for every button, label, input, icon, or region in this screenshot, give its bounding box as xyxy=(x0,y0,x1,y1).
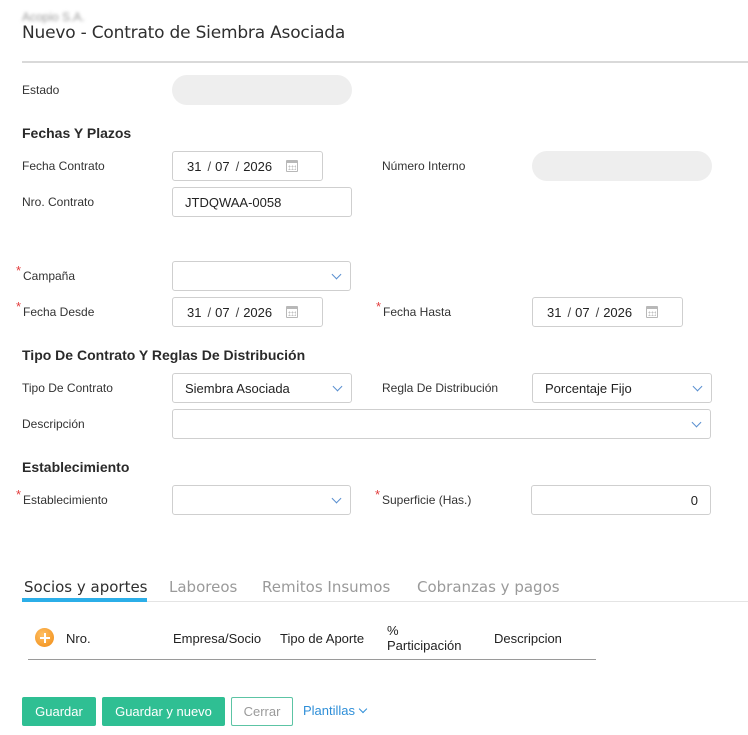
plantillas-label: Plantillas xyxy=(303,703,356,718)
fecha-hasta-input[interactable]: 31 / 07 / 2026 xyxy=(532,297,683,327)
day-part[interactable]: 31 xyxy=(187,305,201,320)
page-title: Nuevo - Contrato de Siembra Asociada xyxy=(22,23,346,43)
required-asterisk: * xyxy=(16,487,22,502)
section-establecimiento: Establecimiento xyxy=(22,459,130,475)
superficie-input[interactable]: 0 xyxy=(531,485,711,515)
day-part[interactable]: 31 xyxy=(187,159,201,174)
day-part[interactable]: 31 xyxy=(547,305,561,320)
establecimiento-label: * Establecimiento xyxy=(16,487,108,507)
chevron-down-icon[interactable] xyxy=(331,493,342,504)
chevron-down-icon[interactable] xyxy=(358,704,368,714)
column-header-tipo-de-aporte: Tipo de Aporte xyxy=(280,631,365,646)
establecimiento-select[interactable] xyxy=(172,485,351,515)
tab-cobranzas-y-pagos[interactable]: Cobranzas y pagos xyxy=(417,578,560,596)
campana-label: * Campaña xyxy=(16,263,76,283)
calendar-icon[interactable] xyxy=(286,306,299,318)
year-part[interactable]: 2026 xyxy=(243,159,272,174)
date-separator: / xyxy=(235,158,240,174)
descripcion-select[interactable] xyxy=(172,409,711,439)
fecha-contrato-label: Fecha Contrato xyxy=(22,159,105,173)
cerrar-button[interactable]: Cerrar xyxy=(231,697,293,726)
tipo-contrato-label: Tipo De Contrato xyxy=(22,381,113,395)
section-tipo-de-contrato: Tipo De Contrato Y Reglas De Distribució… xyxy=(22,347,306,363)
nro-contrato-input[interactable]: JTDQWAA-0058 xyxy=(172,187,352,217)
fecha-hasta-label: * Fecha Hasta xyxy=(376,299,452,319)
campana-select[interactable] xyxy=(172,261,351,291)
company-name: Acopio S.A. xyxy=(22,10,85,24)
tipo-contrato-select[interactable]: Siembra Asociada xyxy=(172,373,352,403)
date-separator: / xyxy=(207,158,212,174)
date-separator: / xyxy=(595,304,600,320)
tab-laboreos[interactable]: Laboreos xyxy=(169,578,237,596)
required-asterisk: * xyxy=(376,299,382,314)
descripcion-label: Descripción xyxy=(22,417,85,431)
guardar-y-nuevo-button[interactable]: Guardar y nuevo xyxy=(102,697,225,726)
estado-field xyxy=(172,75,352,105)
plantillas-dropdown[interactable]: Plantillas xyxy=(303,703,368,718)
chevron-down-icon[interactable] xyxy=(332,381,343,392)
estado-label: Estado xyxy=(22,83,60,97)
add-row-icon[interactable] xyxy=(35,628,54,647)
guardar-button[interactable]: Guardar xyxy=(22,697,96,726)
month-part[interactable]: 07 xyxy=(215,305,229,320)
month-part[interactable]: 07 xyxy=(215,159,229,174)
chevron-down-icon[interactable] xyxy=(691,417,702,428)
calendar-icon[interactable] xyxy=(646,306,659,318)
fecha-contrato-input[interactable]: 31 / 07 / 2026 xyxy=(172,151,323,181)
numero-interno-label: Número Interno xyxy=(382,159,466,173)
fecha-desde-label: * Fecha Desde xyxy=(16,299,95,319)
fecha-desde-input[interactable]: 31 / 07 / 2026 xyxy=(172,297,323,327)
tab-socios-y-aportes[interactable]: Socios y aportes xyxy=(24,578,148,596)
chevron-down-icon[interactable] xyxy=(692,381,703,392)
regla-distribucion-value: Porcentaje Fijo xyxy=(545,380,632,396)
calendar-icon[interactable] xyxy=(286,160,299,172)
tipo-contrato-value: Siembra Asociada xyxy=(185,380,290,396)
year-part[interactable]: 2026 xyxy=(243,305,272,320)
superficie-label: * Superficie (Has.) xyxy=(375,487,472,507)
year-part[interactable]: 2026 xyxy=(603,305,632,320)
chevron-down-icon[interactable] xyxy=(331,269,342,280)
section-fechas-y-plazos: Fechas Y Plazos xyxy=(22,125,132,141)
tab-remitos-insumos[interactable]: Remitos Insumos xyxy=(262,578,390,596)
column-header-descripcion: Descripcion xyxy=(494,631,562,646)
title-divider xyxy=(22,61,748,63)
date-separator: / xyxy=(207,304,212,320)
numero-interno-field xyxy=(532,151,712,181)
column-header-nro: Nro. xyxy=(66,631,91,646)
nro-contrato-label: Nro. Contrato xyxy=(22,195,95,209)
regla-distribucion-select[interactable]: Porcentaje Fijo xyxy=(532,373,712,403)
column-header-empresa-socio: Empresa/Socio xyxy=(173,631,262,646)
column-header-participacion: % Participación xyxy=(387,623,462,653)
grid-header-divider xyxy=(28,659,596,660)
month-part[interactable]: 07 xyxy=(575,305,589,320)
active-tab-indicator xyxy=(22,598,147,602)
date-separator: / xyxy=(235,304,240,320)
required-asterisk: * xyxy=(16,299,22,314)
required-asterisk: * xyxy=(16,263,22,278)
regla-distribucion-label: Regla De Distribución xyxy=(382,381,499,395)
required-asterisk: * xyxy=(375,487,381,502)
date-separator: / xyxy=(567,304,572,320)
